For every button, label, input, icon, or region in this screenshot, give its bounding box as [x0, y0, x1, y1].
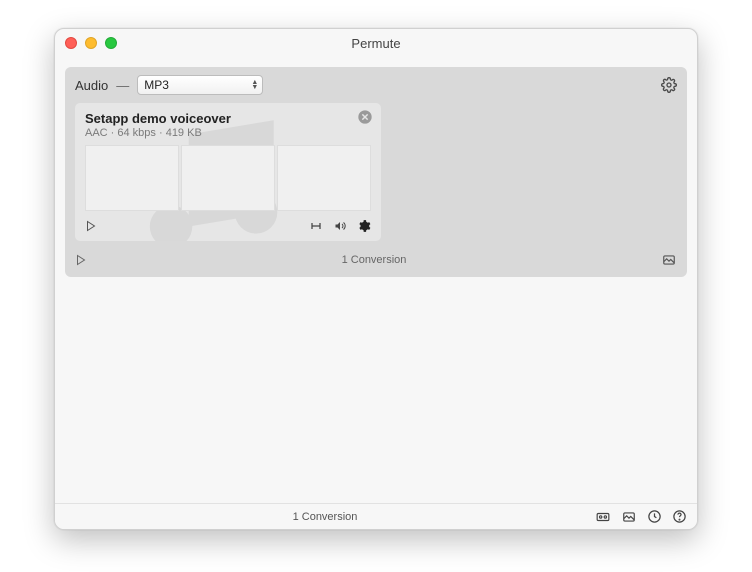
item-details: AAC · 64 kbps · 419 KB [85, 127, 371, 139]
play-icon [85, 220, 97, 232]
start-all-button[interactable] [75, 254, 87, 266]
item-controls [85, 217, 371, 235]
titlebar: Permute [55, 29, 697, 57]
volume-button[interactable] [333, 220, 347, 232]
panel-header: Audio — MP3 ▲▼ [75, 75, 677, 95]
window-footer: 1 Conversion [55, 503, 697, 529]
panel-footer: 1 Conversion [75, 249, 677, 271]
help-button[interactable] [672, 509, 687, 524]
cassette-icon [595, 510, 611, 524]
volume-icon [333, 220, 347, 232]
remove-item-button[interactable] [357, 109, 373, 125]
window-title: Permute [65, 36, 687, 51]
image-add-icon [621, 510, 637, 524]
conversion-item-card: Setapp demo voiceover AAC · 64 kbps · 41… [75, 103, 381, 241]
footer-status: 1 Conversion [65, 511, 585, 523]
window-controls [65, 37, 117, 49]
format-select[interactable]: MP3 ▲▼ [137, 75, 263, 95]
minimize-window-button[interactable] [85, 37, 97, 49]
gear-icon [357, 219, 371, 233]
item-title: Setapp demo voiceover [85, 111, 371, 126]
close-icon [357, 109, 373, 125]
clock-icon [647, 509, 662, 524]
separator-dash: — [116, 78, 129, 93]
footer-add-files-button[interactable] [621, 510, 637, 524]
panel-settings-button[interactable] [661, 77, 677, 93]
trim-button[interactable] [309, 220, 323, 232]
help-icon [672, 509, 687, 524]
stepper-arrows-icon: ▲▼ [251, 80, 258, 90]
content-area: Audio — MP3 ▲▼ [55, 57, 697, 503]
app-window: Permute Audio — MP3 ▲▼ [54, 28, 698, 530]
category-label: Audio [75, 78, 108, 93]
item-settings-button[interactable] [357, 219, 371, 233]
history-button[interactable] [647, 509, 662, 524]
waveform-preview [85, 145, 371, 211]
preview-segment [277, 145, 371, 211]
preview-segment [181, 145, 275, 211]
image-add-icon [661, 253, 677, 267]
conversion-panel: Audio — MP3 ▲▼ [65, 67, 687, 277]
add-files-button[interactable] [661, 253, 677, 267]
play-icon [75, 254, 87, 266]
close-window-button[interactable] [65, 37, 77, 49]
play-preview-button[interactable] [85, 220, 97, 232]
trim-icon [309, 220, 323, 232]
preview-segment [85, 145, 179, 211]
format-selected-value: MP3 [144, 78, 169, 92]
presets-button[interactable] [595, 510, 611, 524]
panel-status: 1 Conversion [87, 254, 661, 266]
gear-icon [661, 77, 677, 93]
zoom-window-button[interactable] [105, 37, 117, 49]
